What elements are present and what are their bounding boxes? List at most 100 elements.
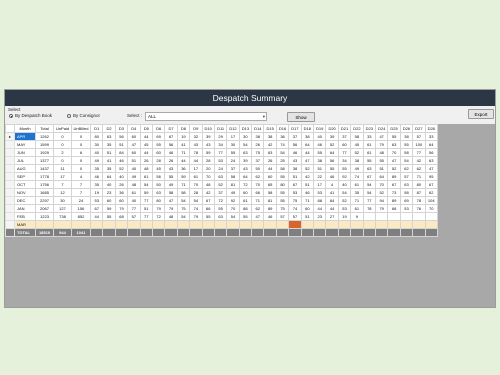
table-cell[interactable] [251, 228, 265, 237]
table-cell[interactable] [362, 220, 377, 229]
table-cell[interactable]: 42 [263, 140, 277, 149]
table-cell[interactable]: 7 [71, 180, 91, 189]
table-cell[interactable]: 78 [189, 148, 203, 157]
table-cell[interactable]: 1756 [35, 180, 54, 189]
table-row[interactable]: NOV 1685 12 7 19 23 36 61 59 63 58 58 28 42 37 49 60 66 58… [5, 188, 438, 197]
month-cell[interactable]: AUG [14, 164, 36, 173]
table-cell[interactable]: 48 [127, 180, 141, 189]
table-cell[interactable]: 46 [164, 148, 178, 157]
table-cell[interactable]: 49 [127, 172, 141, 181]
table-cell[interactable]: 51 [139, 204, 153, 213]
table-cell[interactable] [251, 220, 265, 229]
table-cell[interactable]: 73 [387, 188, 401, 197]
table-cell[interactable] [263, 220, 277, 229]
table-cell[interactable]: 43 [164, 164, 178, 173]
table-row[interactable]: MAY 1599 0 0 30 35 51 47 45 55 56 41 43 43 34 30 54 26 42 7… [5, 140, 438, 149]
table-cell[interactable]: 62 [424, 188, 438, 197]
table-cell[interactable]: 54 [399, 156, 414, 165]
table-cell[interactable]: 58 [164, 188, 178, 197]
table-cell[interactable]: 47 [127, 140, 141, 149]
table-cell[interactable]: 42 [412, 156, 426, 165]
table-cell[interactable]: 64 [424, 140, 438, 149]
table-cell[interactable]: 58 [275, 164, 290, 173]
table-cell[interactable]: 76 [412, 204, 426, 213]
table-cell[interactable] [35, 220, 54, 229]
table-cell[interactable]: 63 [387, 140, 401, 149]
table-cell[interactable] [399, 212, 414, 221]
table-cell[interactable] [127, 228, 141, 237]
table-cell[interactable]: 53 [399, 204, 414, 213]
table-cell[interactable]: 70 [189, 180, 203, 189]
table-cell[interactable]: 80 [412, 180, 426, 189]
table-cell[interactable]: 89 [387, 196, 401, 205]
table-cell[interactable]: 4 [71, 172, 91, 181]
table-cell[interactable]: 23 [102, 188, 116, 197]
table-cell[interactable]: 61 [362, 140, 377, 149]
table-cell[interactable]: 51 [114, 140, 129, 149]
table-cell[interactable]: 46 [313, 140, 327, 149]
row-indicator[interactable] [5, 172, 15, 181]
table-cell[interactable]: 47 [164, 196, 178, 205]
table-cell[interactable]: 39 [201, 132, 215, 141]
table-cell[interactable]: 40 [127, 196, 141, 205]
table-cell[interactable]: 66 [251, 188, 265, 197]
table-cell[interactable]: 74 [350, 172, 364, 181]
table-cell[interactable]: 51 [102, 148, 116, 157]
table-cell[interactable]: 38 [263, 132, 277, 141]
table-cell[interactable] [288, 220, 302, 229]
table-cell[interactable] [139, 220, 153, 229]
table-cell[interactable]: 67 [362, 172, 377, 181]
row-indicator[interactable] [5, 148, 15, 157]
table-cell[interactable]: 24 [226, 156, 240, 165]
table-cell[interactable]: 46 [288, 148, 302, 157]
table-cell[interactable] [102, 228, 116, 237]
table-cell[interactable]: 77 [127, 204, 141, 213]
table-cell[interactable]: 47 [374, 132, 389, 141]
table-cell[interactable] [325, 220, 339, 229]
table-cell[interactable] [176, 220, 191, 229]
table-cell[interactable]: 37 [213, 188, 228, 197]
month-cell[interactable]: MAY [14, 140, 36, 149]
table-cell[interactable]: 58 [350, 132, 364, 141]
table-cell[interactable]: 37 [226, 164, 240, 173]
table-cell[interactable]: 55 [325, 164, 339, 173]
column-header[interactable]: D22 [350, 124, 364, 133]
table-cell[interactable]: 48 [139, 164, 153, 173]
table-cell[interactable]: 67 [89, 204, 104, 213]
table-cell[interactable]: 0 [53, 140, 72, 149]
table-cell[interactable]: 26 [164, 156, 178, 165]
column-header[interactable]: UnPaid [53, 124, 72, 133]
column-header[interactable]: D25 [387, 124, 401, 133]
table-cell[interactable]: 78 [362, 204, 377, 213]
table-cell[interactable]: 51 [374, 164, 389, 173]
table-cell[interactable]: 59 [201, 148, 215, 157]
row-indicator[interactable] [5, 164, 15, 173]
table-cell[interactable]: 68 [387, 204, 401, 213]
table-cell[interactable]: 23 [313, 212, 327, 221]
table-cell[interactable]: 79 [164, 204, 178, 213]
table-cell[interactable]: 58 [399, 188, 414, 197]
table-row[interactable]: JUN 1929 2 6 40 51 84 60 44 60 46 71 78 59 77 55 63 75 63 5… [5, 148, 438, 157]
column-header[interactable]: D12 [226, 124, 240, 133]
table-cell[interactable] [238, 228, 253, 237]
table-cell[interactable]: 1685 [35, 188, 54, 197]
table-cell[interactable]: 60 [102, 196, 116, 205]
table-cell[interactable]: 54 [337, 188, 352, 197]
column-header[interactable]: D13 [238, 124, 253, 133]
table-cell[interactable]: 58 [263, 188, 277, 197]
table-cell[interactable]: 30 [238, 132, 253, 141]
table-cell[interactable] [275, 220, 290, 229]
table-cell[interactable]: 36 [275, 132, 290, 141]
table-cell[interactable]: 67 [387, 180, 401, 189]
table-cell[interactable]: 45 [139, 140, 153, 149]
table-cell[interactable]: 38 [288, 164, 302, 173]
table-cell[interactable]: 51 [313, 164, 327, 173]
column-header[interactable]: D3 [114, 124, 129, 133]
table-cell[interactable]: 0 [71, 140, 91, 149]
table-cell[interactable] [337, 228, 352, 237]
table-cell[interactable]: 55 [226, 148, 240, 157]
table-cell[interactable]: 88 [238, 204, 253, 213]
table-cell[interactable]: 92 [226, 196, 240, 205]
table-cell[interactable]: 79 [114, 204, 129, 213]
table-cell[interactable]: 54 [176, 196, 191, 205]
